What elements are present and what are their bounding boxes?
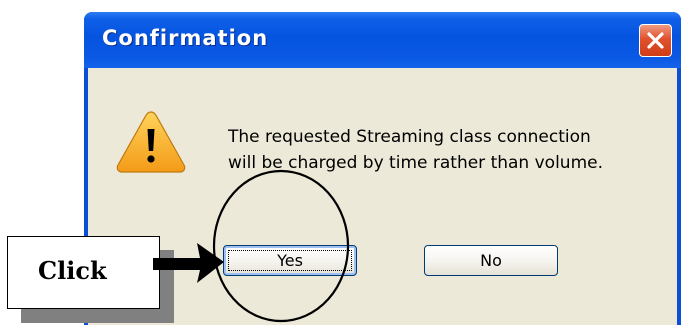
- screenshot-stage: Confirmation The requested Streaming cla…: [0, 0, 681, 325]
- circle-highlight: [212, 169, 350, 323]
- annotation-overlay: [153, 169, 350, 323]
